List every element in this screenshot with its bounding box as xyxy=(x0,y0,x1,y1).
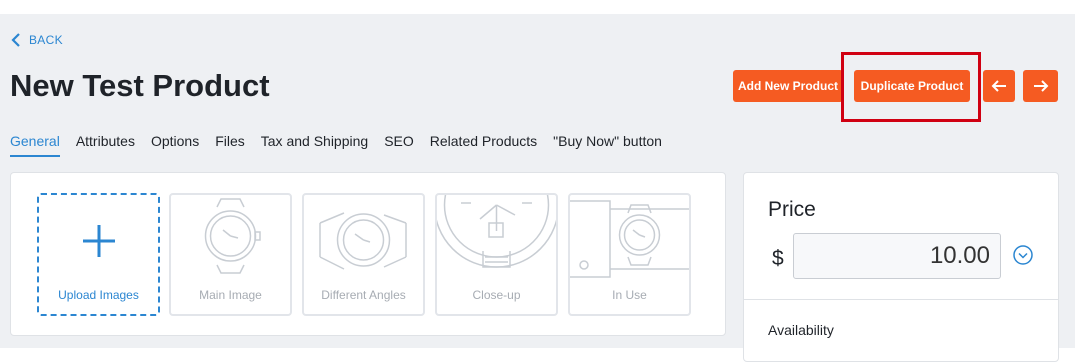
tab-related-products[interactable]: Related Products xyxy=(430,133,537,157)
back-label: BACK xyxy=(29,33,63,47)
section-divider xyxy=(744,299,1058,300)
chevron-down-circle-icon[interactable] xyxy=(1013,245,1033,265)
upload-images-dropzone[interactable]: Upload Images xyxy=(37,193,160,316)
price-heading: Price xyxy=(768,198,816,221)
image-slot-main[interactable]: Main Image xyxy=(169,193,292,316)
upload-images-label: Upload Images xyxy=(58,288,139,302)
image-slot-label: Different Angles xyxy=(321,288,406,302)
tab-files[interactable]: Files xyxy=(215,133,245,157)
product-tabs: General Attributes Options Files Tax and… xyxy=(10,133,662,157)
tab-seo[interactable]: SEO xyxy=(384,133,414,157)
image-slot-angles[interactable]: Different Angles xyxy=(302,193,425,316)
tab-buy-now-button[interactable]: "Buy Now" button xyxy=(553,133,662,157)
images-panel: Upload Images Main Image Different Angle… xyxy=(10,172,726,336)
tab-options[interactable]: Options xyxy=(151,133,199,157)
next-product-button[interactable] xyxy=(1023,70,1058,102)
tab-general[interactable]: General xyxy=(10,133,60,157)
page-background: BACK New Test Product Add New Product Du… xyxy=(0,14,1075,362)
image-slot-label: Main Image xyxy=(199,288,262,302)
duplicate-product-button[interactable]: Duplicate Product xyxy=(854,70,970,102)
image-slot-closeup[interactable]: Close-up xyxy=(435,193,558,316)
watch-wrist-icon xyxy=(570,200,689,278)
watch-angle-icon xyxy=(319,212,407,270)
add-new-product-button[interactable]: Add New Product xyxy=(733,70,843,102)
currency-symbol: $ xyxy=(772,247,784,270)
pricing-panel: Price $ Availability xyxy=(743,172,1059,362)
arrow-left-icon xyxy=(991,80,1006,92)
tab-tax-and-shipping[interactable]: Tax and Shipping xyxy=(261,133,368,157)
arrow-right-icon xyxy=(1033,80,1048,92)
image-slot-label: In Use xyxy=(612,288,647,302)
chevron-left-icon xyxy=(11,33,20,47)
plus-icon xyxy=(83,225,115,257)
previous-product-button[interactable] xyxy=(983,70,1015,102)
watch-closeup-icon xyxy=(437,195,556,268)
image-slot-label: Close-up xyxy=(472,288,521,302)
back-link[interactable]: BACK xyxy=(11,33,63,47)
page-title: New Test Product xyxy=(10,68,270,103)
availability-label: Availability xyxy=(768,322,834,338)
price-input[interactable] xyxy=(793,233,1001,279)
watch-front-icon xyxy=(204,198,261,274)
image-slot-in-use[interactable]: In Use xyxy=(568,193,691,316)
tab-attributes[interactable]: Attributes xyxy=(76,133,135,157)
